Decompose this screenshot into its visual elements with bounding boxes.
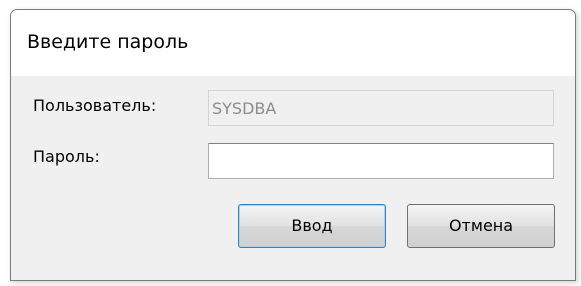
password-field[interactable] [208,143,554,179]
ok-button[interactable]: Ввод [238,204,386,248]
password-dialog: Введите пароль Пользователь: Пароль: Вво… [10,9,576,281]
cancel-button[interactable]: Отмена [407,204,555,248]
password-label: Пароль: [33,147,100,166]
user-field [208,90,554,126]
user-label: Пользователь: [33,96,157,115]
dialog-titlebar[interactable]: Введите пароль [11,10,575,77]
screen: Введите пароль Пользователь: Пароль: Вво… [0,0,581,286]
dialog-content: Пользователь: Пароль: Ввод Отмена [11,76,575,280]
dialog-title: Введите пароль [27,31,189,53]
